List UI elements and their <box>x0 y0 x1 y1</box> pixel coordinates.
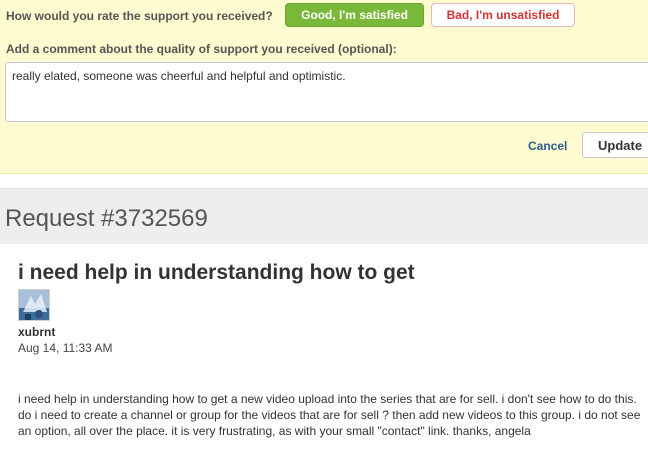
request-message: i need help in understanding how to get … <box>18 392 641 438</box>
cancel-link[interactable]: Cancel <box>528 139 567 153</box>
comment-textarea[interactable]: really elated, someone was cheerful and … <box>5 62 648 122</box>
bad-unsatisfied-button[interactable]: Bad, I'm unsatisfied <box>431 3 575 27</box>
timestamp: Aug 14, 11:33 AM <box>18 341 113 355</box>
request-content: i need help in understanding how to get … <box>0 244 648 451</box>
update-button[interactable]: Update <box>582 132 648 158</box>
rating-question: How would you rate the support you recei… <box>6 9 273 23</box>
author-name[interactable]: xubrnt <box>18 325 55 339</box>
satisfaction-rating-panel: How would you rate the support you recei… <box>0 0 648 174</box>
user-avatar-photo-icon <box>19 290 49 320</box>
request-header: Request #3732569 <box>0 188 648 244</box>
avatar[interactable] <box>18 289 50 321</box>
good-satisfied-button[interactable]: Good, I'm satisfied <box>285 3 424 27</box>
comment-label: Add a comment about the quality of suppo… <box>6 42 397 56</box>
page-title: Request #3732569 <box>5 205 208 232</box>
request-subject: i need help in understanding how to get <box>18 261 415 284</box>
